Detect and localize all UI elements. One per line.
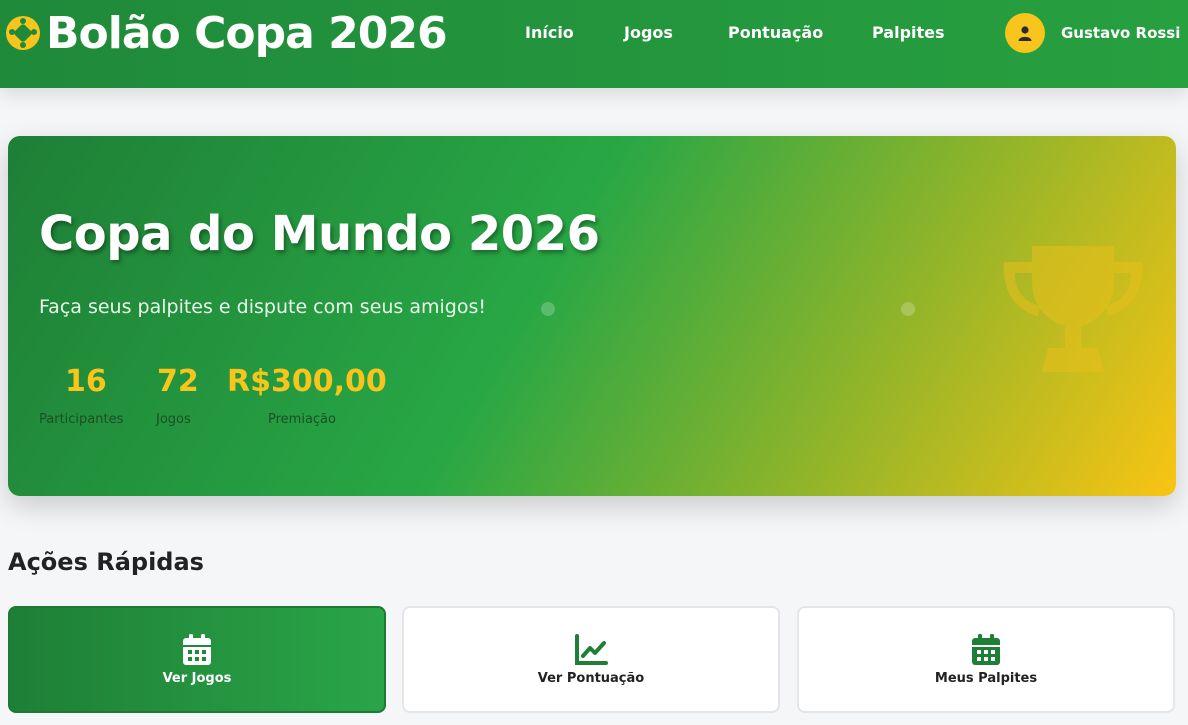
brand[interactable]: Bolão Copa 2026 xyxy=(6,6,448,60)
calendar-icon xyxy=(183,634,211,665)
ver-jogos-button[interactable]: Ver Jogos xyxy=(8,606,386,713)
stat-games-value: 72 xyxy=(157,364,199,399)
stat-games-label: Jogos xyxy=(156,412,191,427)
nav-palpites[interactable]: Palpites xyxy=(872,23,945,45)
quick-actions-title: Ações Rápidas xyxy=(8,548,204,576)
user-menu[interactable]: Gustavo Rossi xyxy=(1005,13,1180,53)
user-avatar xyxy=(1005,13,1045,53)
stat-participants-value: 16 xyxy=(65,364,107,399)
meus-palpites-button[interactable]: Meus Palpites xyxy=(797,606,1175,713)
hero-title: Copa do Mundo 2026 xyxy=(39,206,600,262)
hero-subtitle: Faça seus palpites e dispute com seus am… xyxy=(39,296,486,318)
stat-prize-value: R$300,00 xyxy=(227,364,387,399)
ver-pontuacao-button[interactable]: Ver Pontuação xyxy=(402,606,780,713)
ver-jogos-label: Ver Jogos xyxy=(162,671,232,686)
nav-inicio[interactable]: Início xyxy=(525,23,574,45)
ver-pontuacao-label: Ver Pontuação xyxy=(537,671,645,686)
top-navbar: Bolão Copa 2026 Início Jogos Pontuação P… xyxy=(0,0,1188,88)
stat-participants-label: Participantes xyxy=(39,412,124,427)
nav-pontuacao[interactable]: Pontuação xyxy=(728,23,823,45)
trophy-icon xyxy=(1003,246,1143,372)
decorative-dot xyxy=(541,302,555,316)
chart-line-icon xyxy=(575,634,608,665)
decorative-dot xyxy=(901,302,915,316)
calendar-icon xyxy=(972,634,1000,665)
user-name: Gustavo Rossi xyxy=(1061,24,1181,42)
nav-jogos[interactable]: Jogos xyxy=(624,23,673,45)
meus-palpites-label: Meus Palpites xyxy=(934,671,1038,686)
stat-prize-label: Premiação xyxy=(268,412,336,427)
soccer-ball-icon xyxy=(6,16,40,50)
user-icon xyxy=(1018,26,1032,41)
hero-banner: Copa do Mundo 2026 Faça seus palpites e … xyxy=(8,136,1176,496)
brand-title: Bolão Copa 2026 xyxy=(46,7,448,59)
